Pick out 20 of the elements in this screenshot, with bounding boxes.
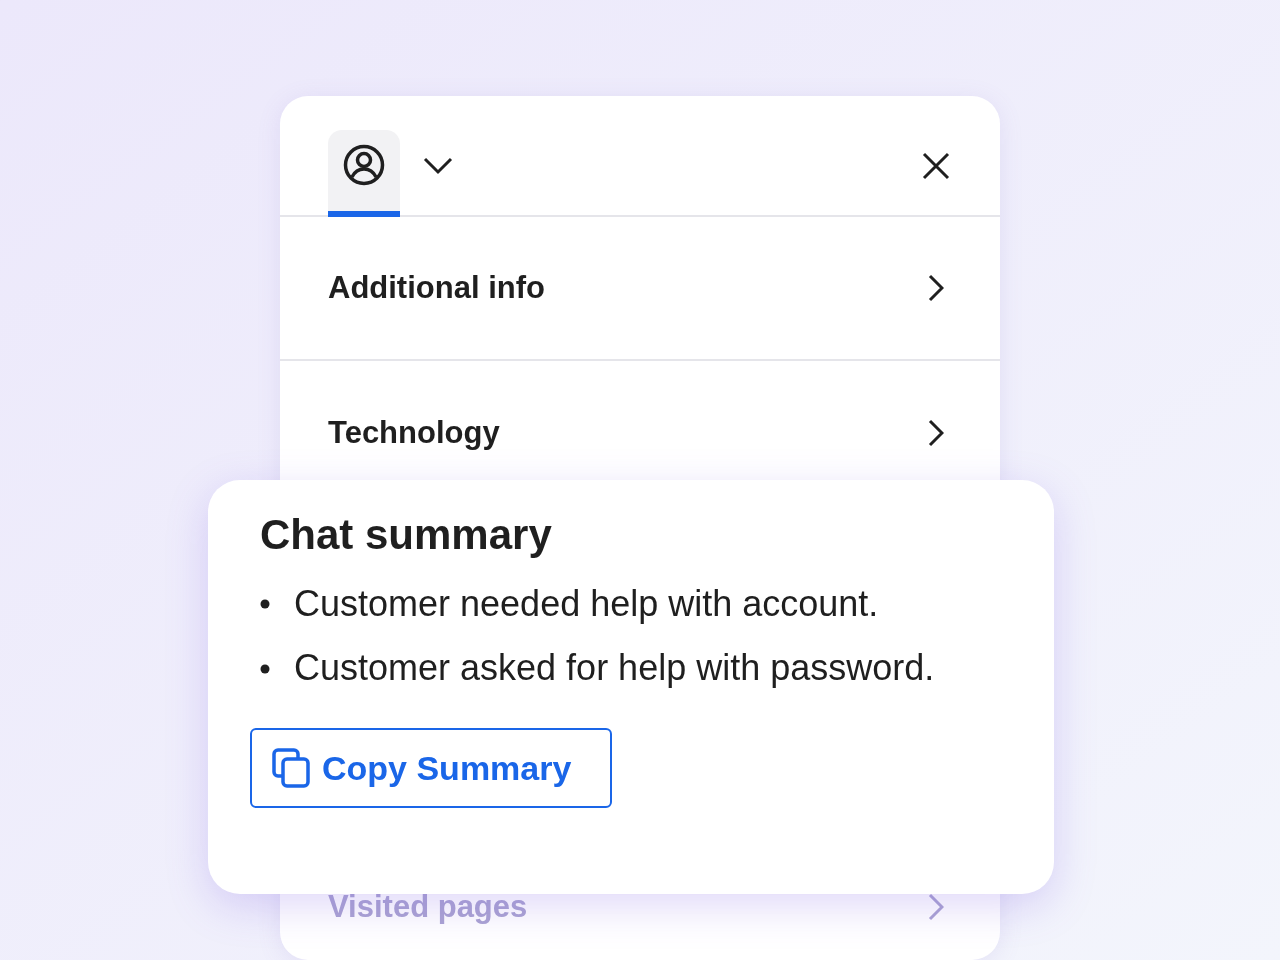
bullet-icon	[260, 663, 270, 674]
close-button[interactable]	[920, 150, 952, 182]
card-title: Chat summary	[260, 510, 553, 560]
user-icon	[343, 144, 385, 186]
close-icon	[922, 152, 950, 180]
chevron-right-icon	[928, 893, 944, 921]
row-label: Additional info	[328, 268, 545, 307]
menu-row[interactable]: Additional info	[280, 217, 1000, 361]
copy-summary-button[interactable]: Copy Summary	[250, 728, 612, 809]
summary-bullet: Customer needed help with account.	[294, 581, 879, 626]
summary-bullet: Customer asked for help with password.	[294, 646, 935, 691]
row-label: Visited pages	[328, 887, 528, 926]
chevron-right-icon	[928, 419, 944, 447]
chevron-down-icon	[423, 157, 453, 175]
menu-row[interactable]: Technology	[280, 361, 1000, 505]
profile-tab[interactable]	[328, 130, 400, 217]
row-label: Technology	[328, 413, 500, 452]
copy-icon	[272, 748, 310, 789]
bullet-icon	[260, 599, 270, 609]
chevron-right-icon	[928, 274, 944, 302]
